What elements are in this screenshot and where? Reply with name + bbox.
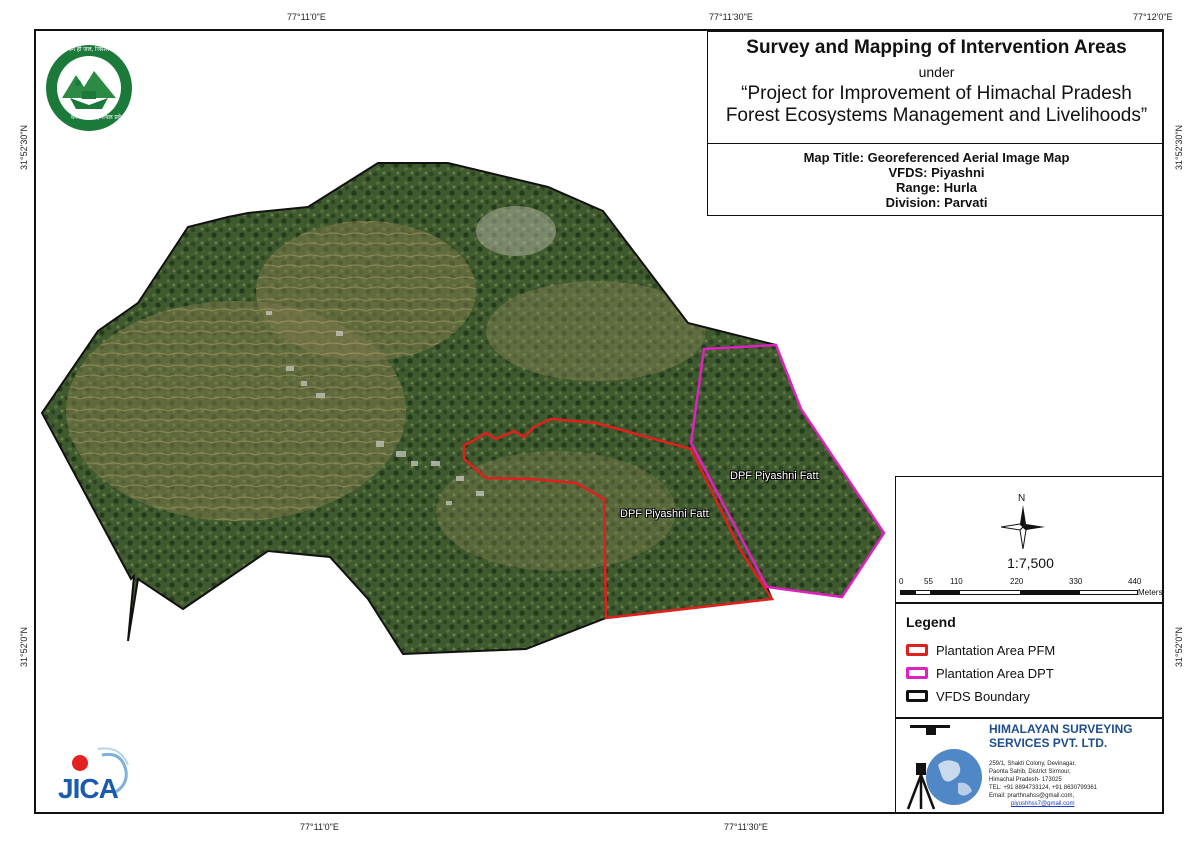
scale-tick: 220 (1010, 577, 1024, 586)
company-box: HIMALAYAN SURVEYING SERVICES PVT. LTD. 2… (895, 718, 1162, 812)
map-label-dpt: DPF Piyashni Fatt (730, 470, 819, 482)
address-line: 259/1, Shakti Colony, Devinagar, (989, 761, 1076, 767)
vfds-area (40, 162, 886, 656)
range-text: Range: Hurla (896, 180, 977, 195)
scale-tick: 0 (899, 577, 904, 586)
legend: Legend Plantation Area PFM Plantation Ar… (895, 603, 1162, 718)
legend-item-pfm: Plantation Area PFM (906, 642, 1055, 658)
legend-label-dpt: Plantation Area DPT (936, 665, 1054, 681)
coord-top-2: 77°11'30"E (709, 12, 753, 22)
legend-swatch-dpt (906, 667, 928, 679)
map-frame[interactable]: DPF Piyashni Fatt DPF Piyashni Fatt वन ह… (34, 29, 1164, 814)
scale-tick: 110 (950, 577, 963, 586)
project-title: “Project for Improvement of Himachal Pra… (708, 83, 1162, 127)
north-arrow-icon (1001, 505, 1045, 549)
scale-tick: 440 (1128, 577, 1142, 586)
division-text: Division: Parvati (885, 195, 988, 210)
company-name-line1: HIMALAYAN SURVEYING (989, 722, 1133, 736)
legend-swatch-pfm (906, 644, 928, 656)
vfds-text: VFDS: Piyashni (888, 165, 985, 180)
phone-line: TEL: +91 8894733124, +91 8630799361 (989, 785, 1098, 791)
map-info: Map Title: Georeferenced Aerial Image Ma… (708, 150, 1162, 210)
company-name-line2: SERVICES PVT. LTD. (989, 736, 1108, 750)
company-name: HIMALAYAN SURVEYING SERVICES PVT. LTD. (989, 722, 1133, 750)
scale-unit: Meters (1138, 588, 1163, 597)
map-title-text: Map Title: Georeferenced Aerial Image Ma… (803, 150, 1070, 165)
company-logo (906, 725, 982, 810)
emblem-top-text: वन ही जल, जिससे कल्याण (68, 47, 128, 53)
email-line[interactable]: Email: prarthnahss@gmail.com, (989, 792, 1097, 800)
scale-tick: 55 (924, 577, 933, 586)
title-box: Survey and Mapping of Intervention Areas… (707, 31, 1162, 216)
coord-right-1: 31°52'30"N (1174, 124, 1184, 170)
coord-right-2: 31°52'0"N (1174, 626, 1184, 667)
coord-bottom-1: 77°11'0"E (300, 822, 339, 832)
coord-left-2: 31°52'0"N (19, 626, 29, 667)
project-title-line2: Forest Ecosystems Management and Livelih… (725, 105, 1148, 126)
legend-swatch-vfds (906, 690, 928, 702)
coord-bottom-2: 77°11'30"E (724, 822, 768, 832)
legend-title: Legend (906, 614, 956, 630)
legend-item-dpt: Plantation Area DPT (906, 665, 1054, 681)
scale-bar (900, 590, 1138, 595)
coord-left-1: 31°52'30"N (19, 124, 29, 170)
address-line: Himachal Pradesh- 173025 (989, 777, 1062, 783)
scale-tick: 330 (1069, 577, 1083, 586)
scale-ticks: 0 55 110 220 330 440 (896, 577, 1162, 589)
map-main-title: Survey and Mapping of Intervention Areas (746, 37, 1127, 58)
jica-logo: JICA (54, 745, 132, 812)
project-title-line1: “Project for Improvement of Himachal Pra… (741, 83, 1132, 104)
email-link-2[interactable]: piyushhss7@gmail.com (989, 800, 1097, 808)
map-under-text: under (918, 64, 955, 80)
map-label-pfm: DPF Piyashni Fatt (620, 508, 709, 520)
title-separator (708, 143, 1162, 144)
company-address: 259/1, Shakti Colony, Devinagar, Paonta … (989, 760, 1097, 808)
coord-top-1: 77°11'0"E (287, 12, 326, 22)
legend-label-pfm: Plantation Area PFM (936, 642, 1056, 658)
north-label: N (1018, 493, 1026, 504)
scale-ratio: 1:7,500 (1007, 555, 1054, 571)
jica-text: JICA (58, 773, 119, 804)
scale-box: N 1:7,500 0 55 110 220 330 440 Meters (895, 476, 1163, 603)
legend-item-vfds: VFDS Boundary (906, 688, 1030, 704)
coord-top-3: 77°12'0"E (1133, 12, 1173, 22)
legend-label-vfds: VFDS Boundary (936, 688, 1030, 704)
address-line: Paonta Sahib, District Sirmour, (989, 769, 1071, 775)
emblem-bottom-text: वन विभाग हिमाचल प्रदेश (70, 115, 126, 121)
